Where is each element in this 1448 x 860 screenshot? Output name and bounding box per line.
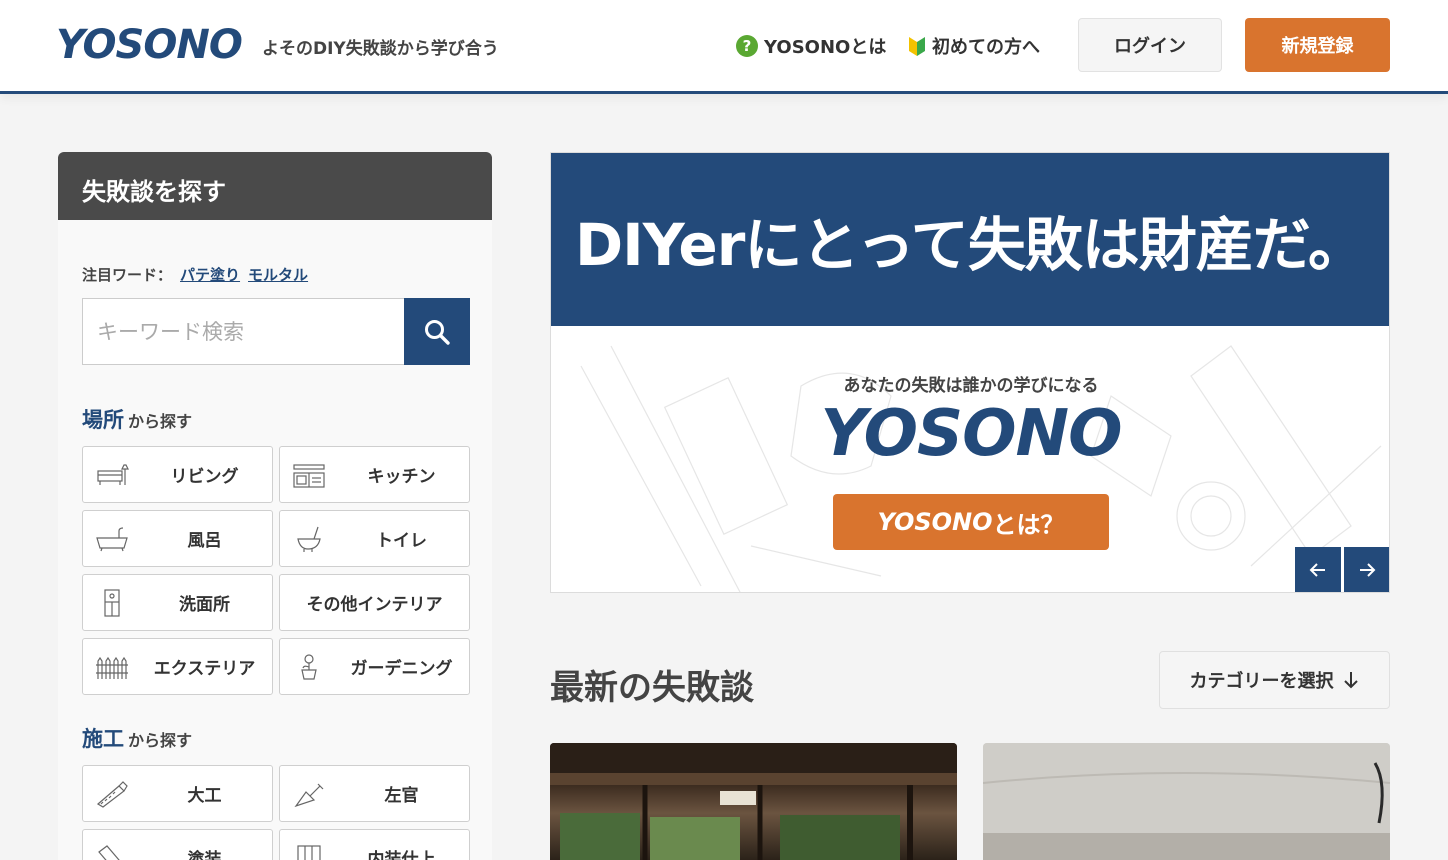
category-gardening[interactable]: ガーデニング: [279, 638, 470, 695]
hero-subtitle: あなたの失敗は誰かの学びになる: [843, 376, 1099, 396]
search-button[interactable]: [404, 298, 470, 365]
fence-icon: [96, 656, 128, 679]
hot-words-label: 注目ワード：: [82, 266, 173, 284]
nav-about-link[interactable]: ? YOSONOとは: [736, 33, 886, 59]
search-icon: [425, 319, 450, 345]
paint-brush-icon: [98, 845, 120, 860]
login-button[interactable]: ログイン: [1078, 18, 1222, 72]
site-logo[interactable]: YOSONO: [56, 22, 243, 68]
slide-prev-button[interactable]: [1295, 547, 1341, 592]
bathtub-icon: [96, 527, 128, 552]
signup-button[interactable]: 新規登録: [1245, 18, 1390, 72]
category-plastering[interactable]: 左官: [279, 765, 470, 822]
place-category-grid: リビング キッチン 風呂 トイレ 洗面所 その他インテリア エクステリア ガーデ…: [82, 446, 470, 695]
trowel-icon: [294, 783, 324, 808]
nav-about-label: YOSONOとは: [764, 37, 887, 58]
keyword-search-input[interactable]: [82, 298, 404, 365]
site-tagline: よそのDIY失敗談から学び合う: [262, 39, 499, 59]
question-icon: ?: [736, 35, 758, 57]
nav-beginner-link[interactable]: 初めての方へ: [908, 33, 1040, 59]
kitchen-icon: [293, 464, 325, 488]
category-label: その他インテリア: [306, 595, 443, 615]
work-category-grid: 大工 左官 塗装 内装仕上: [82, 765, 470, 860]
washroom-icon: [104, 589, 120, 617]
category-other-interior[interactable]: その他インテリア: [279, 574, 470, 631]
arrow-right-icon: [1360, 563, 1376, 577]
category-bath[interactable]: 風呂: [82, 510, 273, 567]
ceiling-photo: [983, 743, 1390, 860]
arrow-down-icon: [1343, 672, 1358, 689]
sofa-icon: [97, 464, 129, 485]
latest-posts-heading: 最新の失敗談: [550, 668, 754, 708]
arrow-left-icon: [1309, 563, 1325, 577]
post-card-thumbnail[interactable]: [550, 743, 957, 860]
category-carpentry[interactable]: 大工: [82, 765, 273, 822]
toilet-icon: [297, 526, 321, 552]
hero-title: DIYerにとって失敗は財産だ。: [575, 210, 1366, 279]
category-exterior[interactable]: エクステリア: [82, 638, 273, 695]
category-washroom[interactable]: 洗面所: [82, 574, 273, 631]
hero-title-band: DIYerにとって失敗は財産だ。: [551, 153, 1389, 326]
place-section-heading: 場所 から探す: [82, 408, 193, 432]
hot-words: 注目ワード： パテ塗り モルタル: [82, 264, 308, 285]
post-card-thumbnail[interactable]: [983, 743, 1390, 860]
panel-icon: [297, 845, 321, 860]
saw-icon: [96, 781, 128, 808]
hot-word-link[interactable]: モルタル: [248, 266, 308, 284]
work-section-heading: 施工 から探す: [82, 727, 193, 751]
hero-about-button[interactable]: YOSONO とは？: [833, 494, 1109, 550]
flower-pot-icon: [301, 654, 317, 680]
search-box: [82, 298, 470, 365]
slide-next-button[interactable]: [1344, 547, 1389, 592]
hero-banner[interactable]: DIYerにとって失敗は財産だ。 あなたの失敗は誰かの学びになる YOSONO …: [550, 152, 1390, 593]
japanese-room-photo: [550, 743, 957, 860]
hero-logo: YOSONO: [820, 397, 1123, 471]
hot-word-link[interactable]: パテ塗り: [180, 266, 240, 284]
category-select-button[interactable]: カテゴリーを選択: [1159, 651, 1390, 709]
sidebar-title: 失敗談を探す: [58, 152, 492, 220]
category-kitchen[interactable]: キッチン: [279, 446, 470, 503]
category-toilet[interactable]: トイレ: [279, 510, 470, 567]
nav-beginner-label: 初めての方へ: [932, 37, 1040, 58]
category-living[interactable]: リビング: [82, 446, 273, 503]
site-header: YOSONO よそのDIY失敗談から学び合う ? YOSONOとは 初めての方へ…: [0, 0, 1448, 94]
category-interior-finishing[interactable]: 内装仕上: [279, 829, 470, 860]
search-sidebar: 失敗談を探す 注目ワード： パテ塗りモルタル 場所から探す リビング キッチン 風…: [58, 152, 492, 860]
beginner-mark-icon: [909, 37, 925, 56]
category-painting[interactable]: 塗装: [82, 829, 273, 860]
